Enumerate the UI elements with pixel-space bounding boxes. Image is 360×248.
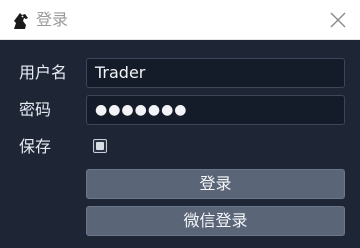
checkbox-check-mark bbox=[96, 142, 104, 150]
close-button[interactable] bbox=[326, 8, 350, 32]
close-icon bbox=[326, 8, 350, 32]
username-input[interactable]: Trader bbox=[86, 58, 345, 88]
titlebar: 登录 bbox=[0, 0, 360, 40]
window-title: 登录 bbox=[36, 10, 69, 29]
horse-head-icon bbox=[11, 11, 31, 31]
password-input[interactable]: ●●●●●●● bbox=[86, 95, 345, 125]
password-label: 密码 bbox=[19, 100, 52, 119]
password-value: ●●●●●●● bbox=[95, 102, 188, 118]
wechat-login-button[interactable]: 微信登录 bbox=[86, 206, 345, 236]
save-label: 保存 bbox=[19, 137, 52, 156]
save-checkbox[interactable] bbox=[93, 139, 107, 153]
login-button[interactable]: 登录 bbox=[86, 169, 345, 199]
username-value: Trader bbox=[95, 63, 146, 82]
login-window: 登录 用户名 Trader 密码 ●●●●●●● 保存 登录 微信登录 bbox=[0, 0, 360, 248]
username-label: 用户名 bbox=[19, 63, 68, 82]
